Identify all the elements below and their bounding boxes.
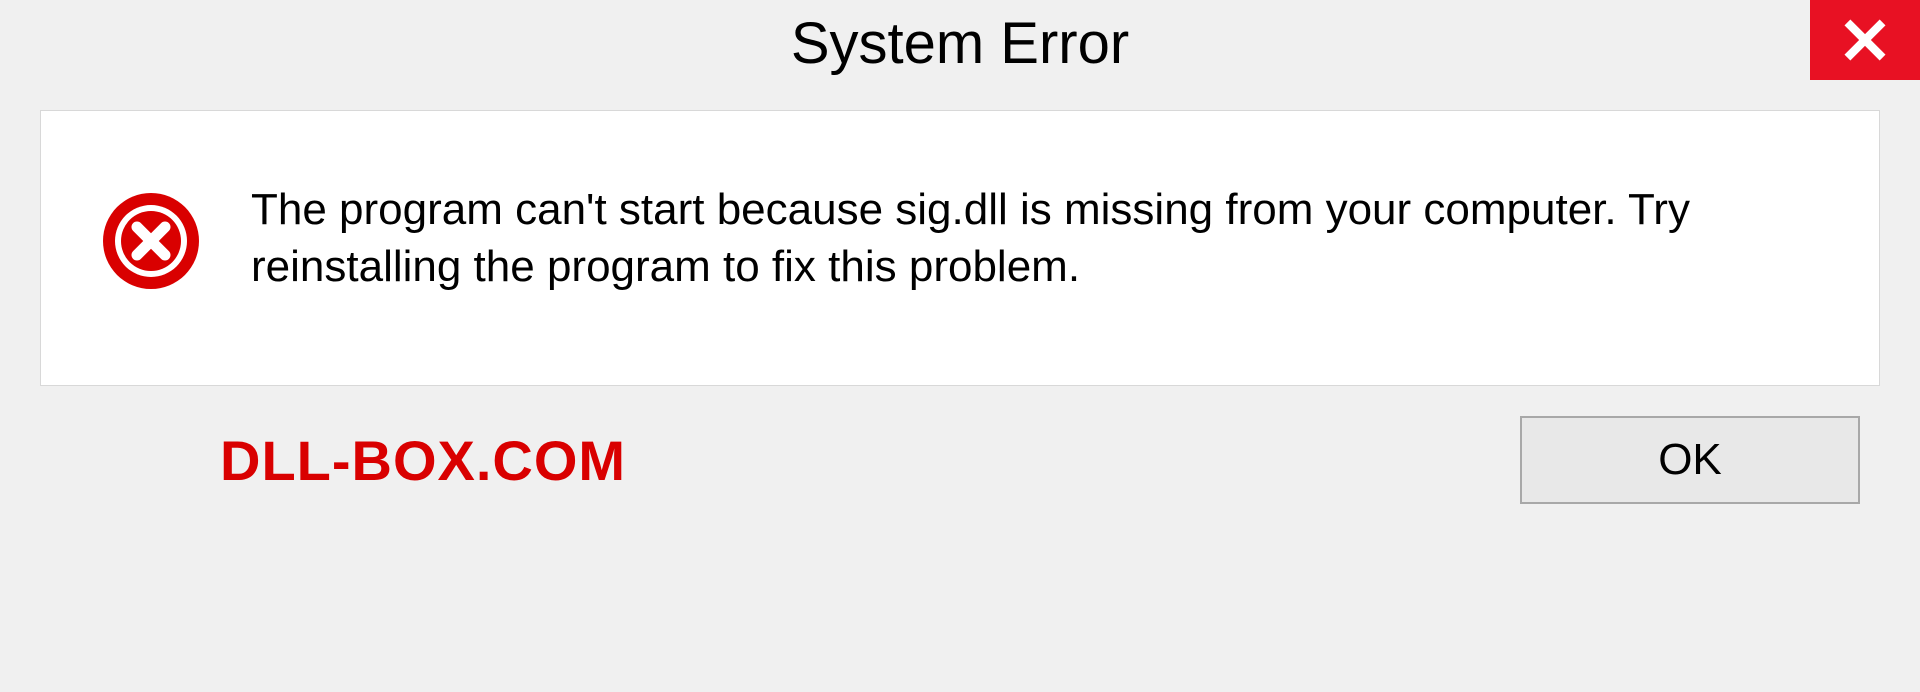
close-button[interactable] bbox=[1810, 0, 1920, 80]
error-message: The program can't start because sig.dll … bbox=[251, 181, 1819, 295]
ok-button[interactable]: OK bbox=[1520, 416, 1860, 504]
ok-button-label: OK bbox=[1658, 435, 1722, 485]
titlebar: System Error bbox=[0, 0, 1920, 100]
close-icon bbox=[1843, 18, 1887, 62]
footer: DLL-BOX.COM OK bbox=[0, 386, 1920, 534]
brand-watermark: DLL-BOX.COM bbox=[220, 428, 626, 493]
error-icon bbox=[101, 191, 201, 291]
message-panel: The program can't start because sig.dll … bbox=[40, 110, 1880, 386]
dialog-title: System Error bbox=[791, 10, 1129, 77]
